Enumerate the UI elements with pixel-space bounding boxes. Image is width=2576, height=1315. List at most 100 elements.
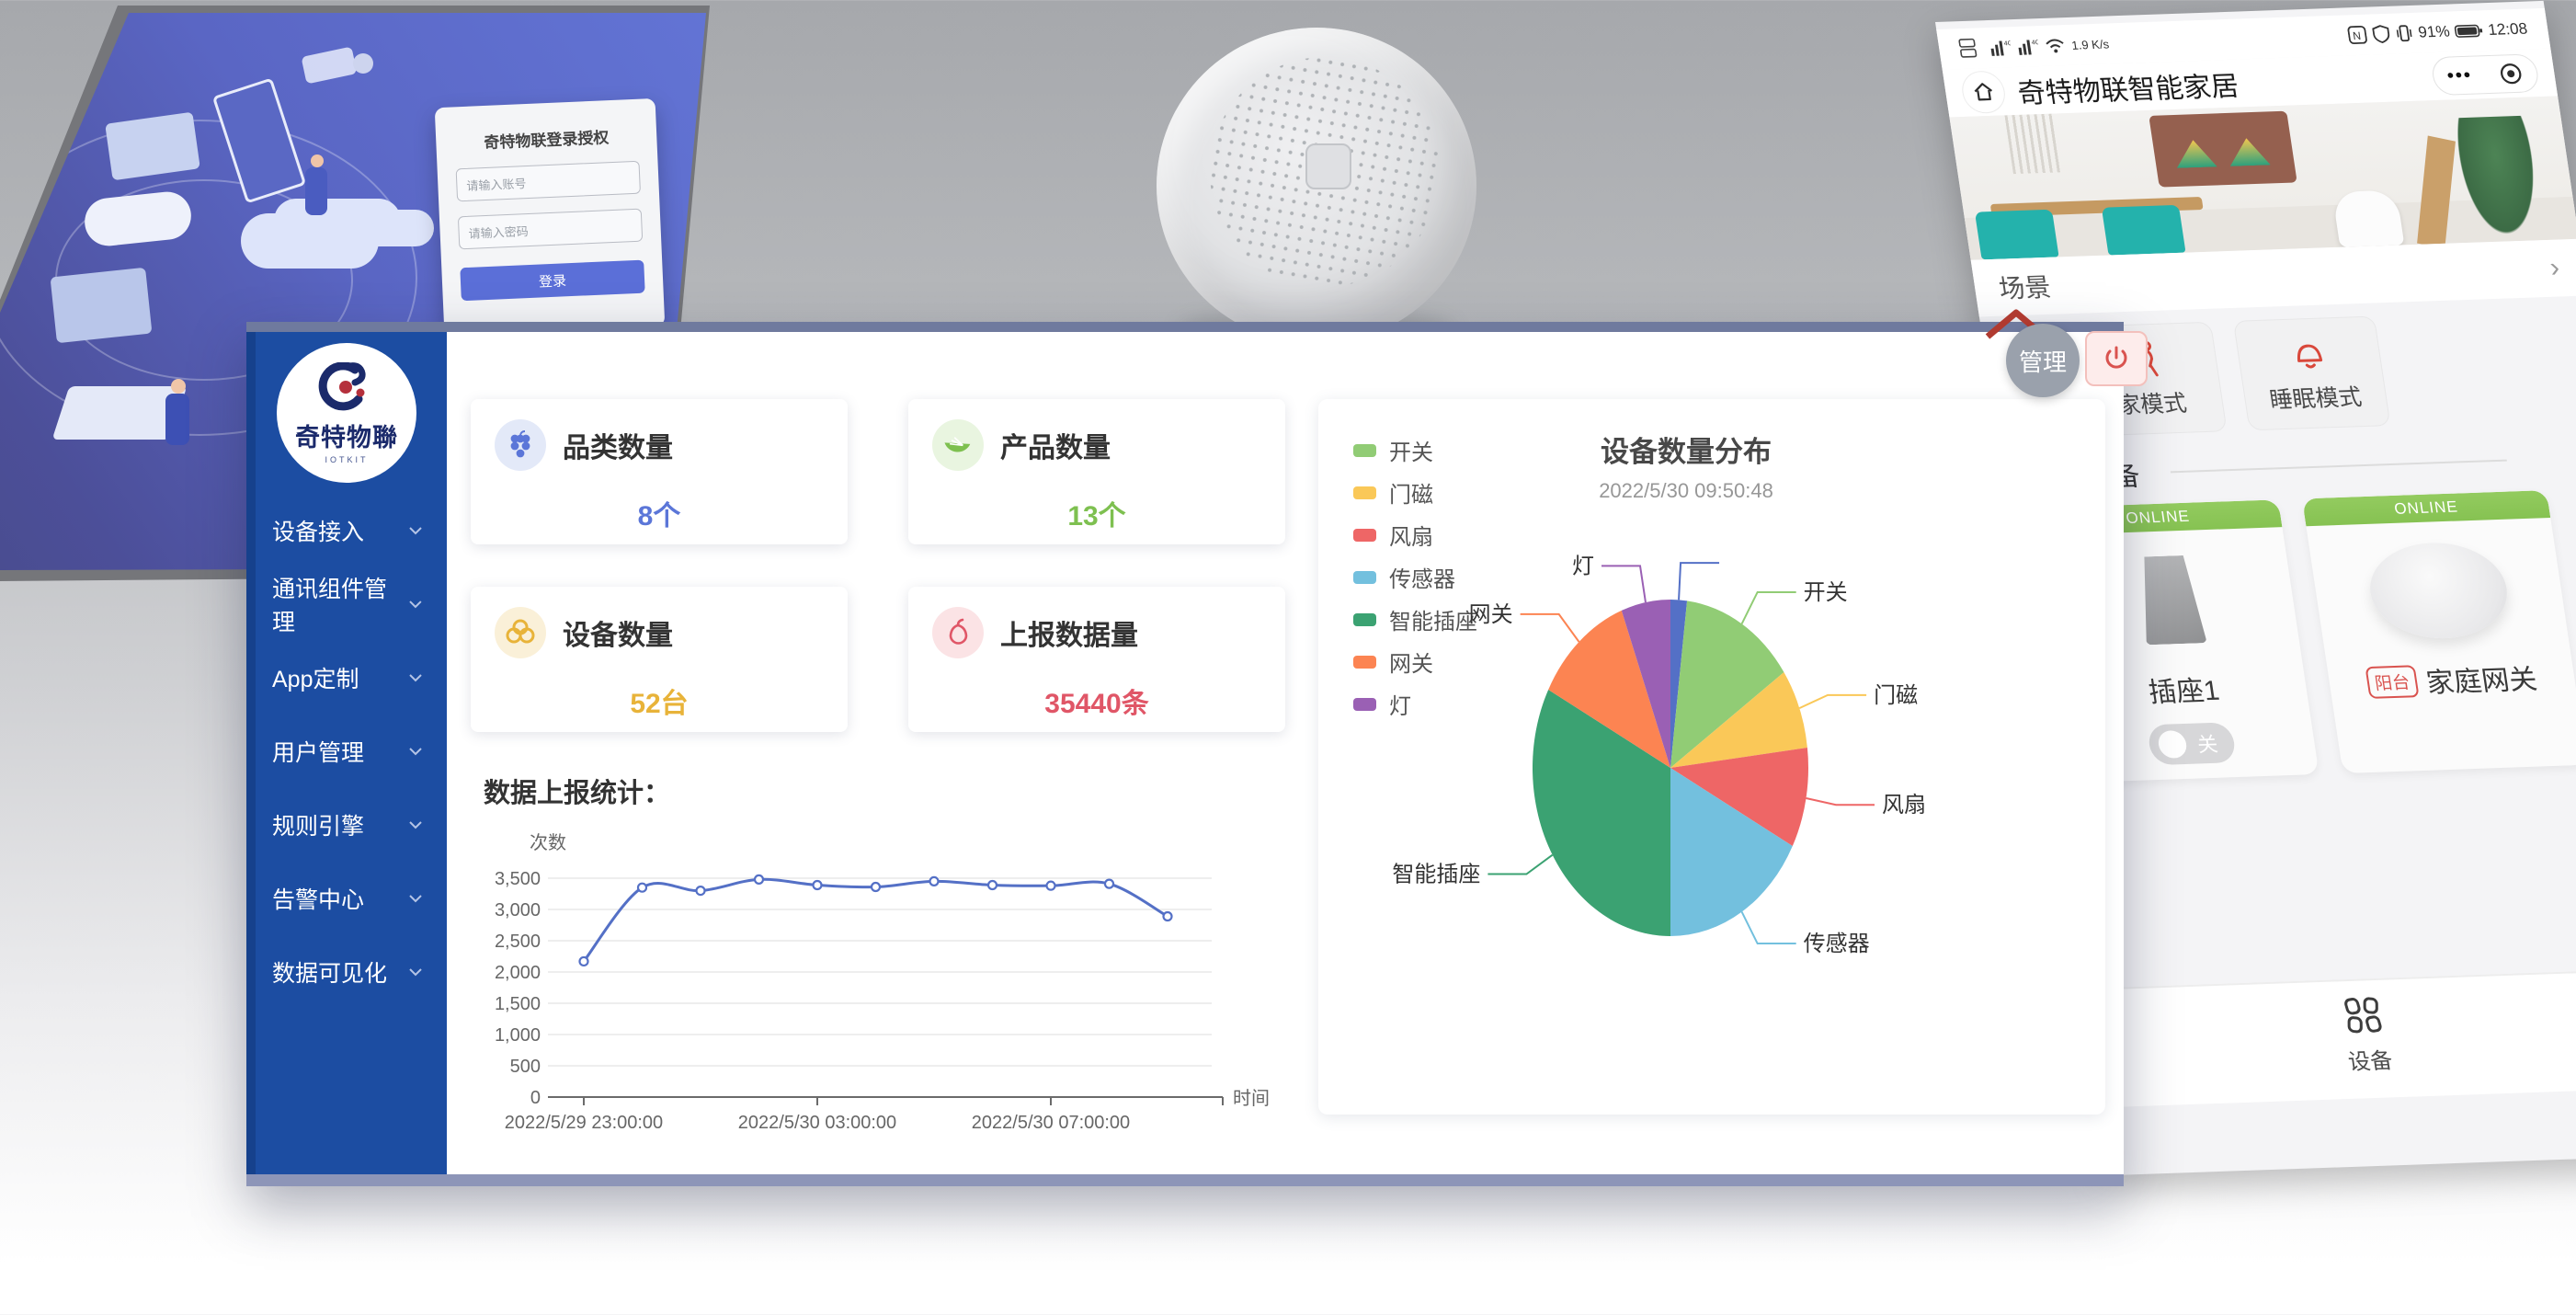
- toggle-knob: [2157, 730, 2188, 759]
- brand-logo: 奇特物聯 IOTKIT: [277, 343, 416, 483]
- login-title: 奇特物联登录授权: [436, 122, 657, 154]
- login-button[interactable]: 登录: [460, 260, 644, 302]
- sidebar-item-2[interactable]: App定制: [246, 641, 447, 715]
- stat-card-1: 产品数量 13个: [908, 399, 1285, 544]
- wifi-icon: [2043, 36, 2068, 55]
- vibrate-icon: [2395, 24, 2414, 43]
- password-field[interactable]: 请输入密码: [458, 209, 643, 250]
- device-card-1[interactable]: ONLINE 阳台家庭网关: [2302, 490, 2576, 773]
- pear-icon: [943, 617, 973, 648]
- chevron-right-icon: ›: [2548, 253, 2561, 284]
- sidebar-menu: 设备接入 通讯组件管理 App定制 用户管理 规则引擎 告警中心 数据可见化: [246, 494, 447, 1009]
- svg-text:1,500: 1,500: [495, 994, 541, 1014]
- svg-text:2,500: 2,500: [495, 932, 541, 952]
- camera-lens-illustration: [353, 53, 373, 74]
- cloud-illustration: [241, 213, 379, 269]
- dashboard-main: 品类数量 8个 产品数量 13个 设备数量 52台 上报数据量 35440条 数…: [447, 332, 2124, 1174]
- pie-label-开关: 开关: [1804, 580, 1848, 605]
- svg-text:0: 0: [530, 1088, 541, 1108]
- stat-card-value: 52台: [495, 680, 824, 721]
- svg-text:4G: 4G: [2031, 40, 2040, 46]
- speaker-logo: [1305, 143, 1351, 189]
- battery-icon: [2454, 23, 2483, 39]
- sidebar-item-label: 通讯组件管理: [272, 571, 408, 637]
- chevron-down-icon: [408, 894, 423, 903]
- svg-text:2022/5/30 03:00:00: 2022/5/30 03:00:00: [738, 1113, 896, 1133]
- sidebar-item-label: 设备接入: [272, 514, 364, 547]
- stat-card-title: 上报数据量: [1000, 612, 1138, 653]
- admin-dashboard: 奇特物聯 IOTKIT 设备接入 通讯组件管理 App定制 用户管理 规则引擎 …: [246, 322, 2124, 1186]
- sidebar-item-6[interactable]: 数据可见化: [246, 935, 447, 1009]
- svg-text:N: N: [2353, 29, 2363, 42]
- camera-illustration: [301, 47, 357, 85]
- nav-tab-devices[interactable]: 设备: [2309, 992, 2422, 1077]
- account-field[interactable]: 请输入账号: [456, 161, 641, 202]
- lime-icon: [932, 419, 984, 471]
- power-icon: [2103, 345, 2130, 372]
- person2-body-illustration: [305, 167, 327, 215]
- sidebar-item-5[interactable]: 告警中心: [246, 862, 447, 935]
- sidebar-item-label: 告警中心: [272, 882, 364, 915]
- signal-bars2-icon: 4G: [2015, 36, 2040, 57]
- more-menu-button[interactable]: •••: [2445, 64, 2473, 86]
- sidebar-item-3[interactable]: 用户管理: [246, 715, 447, 788]
- svg-text:3,000: 3,000: [495, 900, 541, 920]
- svg-text:4G: 4G: [2003, 40, 2012, 47]
- mode-card-1[interactable]: 睡眠模式: [2233, 316, 2391, 431]
- bottom-nav: 设备 我: [2080, 967, 2576, 1108]
- pie-label-智能插座: 智能插座: [1392, 863, 1480, 887]
- mode-label: 家模式: [2115, 385, 2189, 420]
- device-toggle[interactable]: 关: [2147, 722, 2237, 765]
- socket-device-image: [2134, 555, 2207, 646]
- sidebar-item-label: 数据可见化: [272, 955, 387, 989]
- chevron-down-icon: [408, 967, 423, 977]
- pie-label-传感器: 传感器: [1804, 932, 1870, 956]
- sidebar-item-1[interactable]: 通讯组件管理: [246, 567, 447, 641]
- clock-time: 12:08: [2487, 20, 2528, 40]
- chevron-down-icon: [408, 747, 423, 756]
- grapes-icon: [495, 419, 546, 471]
- stat-card-0: 品类数量 8个: [471, 399, 848, 544]
- logo-mark-icon: [318, 362, 375, 416]
- lime-icon: [942, 429, 974, 461]
- home-button[interactable]: [1959, 71, 2008, 114]
- monitor-illustration: [105, 112, 200, 181]
- scene-chair-right: [2102, 205, 2186, 256]
- logo-subtitle: IOTKIT: [325, 455, 369, 464]
- svg-text:2,000: 2,000: [495, 963, 541, 983]
- report-line-chart: 05001,0001,5002,0002,5003,0003,5002022/5…: [456, 814, 1302, 1149]
- smart-speaker-photo: [1151, 26, 1491, 366]
- gateway-device-image: [2364, 541, 2513, 641]
- sidebar: 奇特物聯 IOTKIT 设备接入 通讯组件管理 App定制 用户管理 规则引擎 …: [246, 332, 447, 1174]
- power-mode-button[interactable]: [2085, 331, 2148, 386]
- svg-text:500: 500: [510, 1057, 541, 1077]
- grapes-icon: [505, 429, 536, 461]
- sidebar-item-4[interactable]: 规则引擎: [246, 788, 447, 862]
- nav-devices-label: 设备: [2345, 1042, 2394, 1076]
- svg-text:2022/5/30 07:00:00: 2022/5/30 07:00:00: [972, 1113, 1130, 1133]
- svg-text:3,500: 3,500: [495, 869, 541, 889]
- sidebar-item-label: App定制: [272, 661, 359, 694]
- close-capsule-icon[interactable]: [2498, 62, 2525, 86]
- stat-card-2: 设备数量 52台: [471, 587, 848, 732]
- bell-icon: [2285, 332, 2332, 373]
- mode-label: 睡眠模式: [2267, 379, 2364, 415]
- nfc-icon: N: [2347, 26, 2368, 45]
- chevron-down-icon: [408, 600, 423, 609]
- device-distribution-pie: 开关门磁风扇传感器智能插座网关灯: [1318, 399, 2105, 1115]
- stat-card-value: 35440条: [932, 680, 1261, 721]
- stat-card-title: 品类数量: [563, 425, 673, 465]
- manage-badge[interactable]: 管理: [2006, 324, 2080, 397]
- sidebar-item-0[interactable]: 设备接入: [246, 494, 447, 567]
- person2-head-illustration: [311, 154, 324, 167]
- dual-battery-icon: [1958, 36, 1986, 61]
- net-speed: 1.9 K/s: [2070, 38, 2109, 51]
- logo-name: 奇特物聯: [295, 417, 398, 453]
- pear-icon: [932, 607, 984, 658]
- device-name: 家庭网关: [2423, 657, 2539, 701]
- screen-illustration: [51, 268, 153, 343]
- battery-percent: 91%: [2417, 23, 2451, 42]
- pie-label-门磁: 门磁: [1874, 683, 1918, 708]
- report-section-label: 数据上报统计：: [484, 772, 670, 810]
- header-divider: [2171, 460, 2507, 474]
